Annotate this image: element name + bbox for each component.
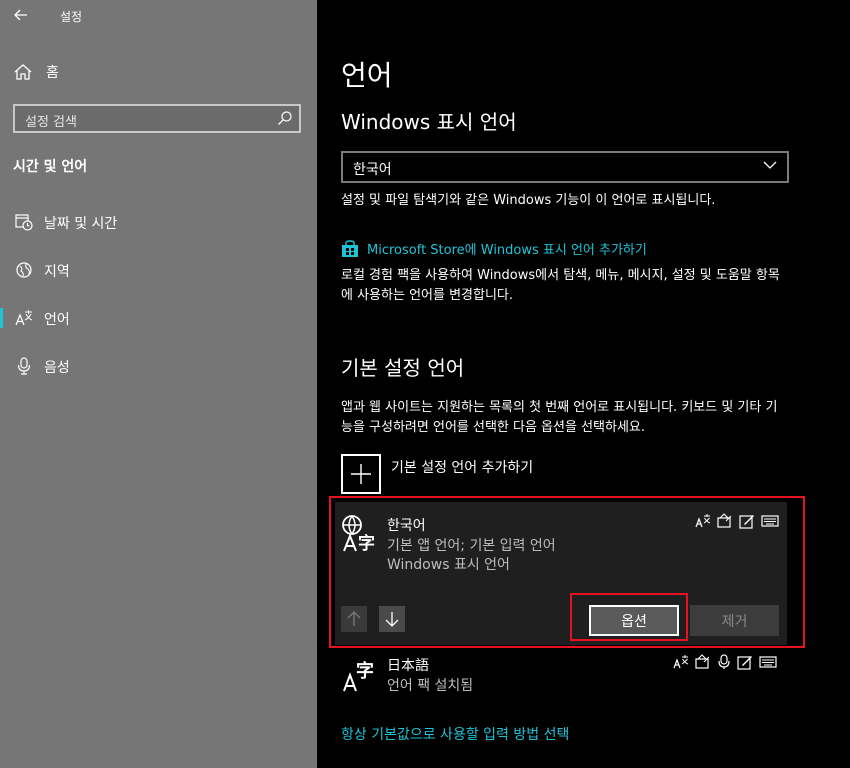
display-language-value: 한국어 (353, 162, 392, 178)
search-input[interactable]: 설정 검색 (13, 104, 301, 133)
display-language-description: 설정 및 파일 탐색기와 같은 Windows 기능이 이 언어로 표시됩니다. (341, 193, 716, 208)
app-title: 설정 (60, 10, 83, 24)
language-char-icon: 字 (341, 659, 377, 697)
store-link-label: Microsoft Store에 Windows 표시 언어 추가하기 (367, 243, 647, 258)
preferred-languages-heading: 기본 설정 언어 (341, 356, 465, 380)
language-name: 日本語 (387, 658, 429, 674)
chevron-down-icon (763, 161, 777, 169)
home-label: 홈 (46, 65, 59, 81)
add-language-button[interactable]: 기본 설정 언어 추가하기 (341, 454, 533, 494)
language-status: Windows 표시 언어 (387, 557, 510, 573)
sidebar-item-label: 날짜 및 시간 (44, 216, 118, 232)
back-arrow-icon (14, 9, 27, 21)
store-description: 로컬 경험 팩을 사용하여 Windows에서 탐색, 메뉴, 메시지, 설정 … (341, 268, 780, 303)
default-input-method-link[interactable]: 항상 기본값으로 사용할 입력 방법 선택 (341, 724, 569, 744)
language-status: 언어 팩 설치됨 (387, 678, 474, 694)
language-features (695, 513, 779, 529)
home-icon (14, 64, 32, 80)
microphone-icon (14, 356, 34, 376)
move-up-button[interactable] (341, 606, 367, 632)
sidebar-item-label: 지역 (44, 264, 70, 280)
text-to-speech-icon (695, 654, 710, 669)
sidebar: 설정 홈 설정 검색 시간 및 언어 날짜 및 시간 지역 언어 음성 (0, 0, 317, 768)
search-icon (278, 111, 292, 125)
display-language-heading: Windows 표시 언어 (341, 110, 517, 134)
store-bag-icon (342, 239, 358, 257)
handwriting-icon (739, 515, 754, 529)
arrow-down-icon (385, 612, 399, 627)
language-globe-char-icon: 字 (341, 515, 377, 557)
remove-button[interactable]: 제거 (690, 605, 779, 636)
svg-text:字: 字 (358, 533, 375, 553)
plus-icon (341, 454, 381, 494)
keyboard-icon (759, 656, 777, 668)
preferred-languages-description: 앱과 웹 사이트는 지원하는 목록의 첫 번째 언어로 표시됩니다. 키보드 및… (341, 400, 778, 435)
display-language-select[interactable]: 한국어 (341, 151, 789, 183)
language-name: 한국어 (387, 518, 426, 534)
page-title: 언어 (341, 59, 393, 92)
add-language-label: 기본 설정 언어 추가하기 (391, 460, 534, 476)
options-button[interactable]: 옵션 (589, 605, 679, 636)
section-title: 시간 및 언어 (13, 159, 88, 175)
keyboard-icon (761, 515, 779, 527)
svg-text:字: 字 (356, 660, 374, 682)
sidebar-item-date-time[interactable]: 날짜 및 시간 (0, 202, 317, 242)
sidebar-item-speech[interactable]: 음성 (0, 346, 317, 386)
move-down-button[interactable] (379, 606, 405, 632)
store-link[interactable]: Microsoft Store에 Windows 표시 언어 추가하기 (341, 239, 647, 258)
sidebar-item-label: 음성 (44, 360, 70, 376)
handwriting-icon (737, 656, 752, 670)
globe-region-icon (14, 260, 34, 280)
display-language-icon (673, 655, 689, 669)
language-status: 기본 앱 언어; 기본 입력 언어 (387, 538, 556, 554)
sidebar-item-label: 언어 (44, 312, 70, 328)
arrow-up-icon (347, 611, 361, 626)
microphone-icon (718, 654, 730, 669)
sidebar-item-language[interactable]: 언어 (0, 298, 317, 338)
title-bar: 설정 (0, 0, 317, 32)
home-link[interactable]: 홈 (14, 60, 59, 84)
back-button[interactable] (10, 4, 32, 26)
sidebar-item-region[interactable]: 지역 (0, 250, 317, 290)
display-language-icon (695, 514, 711, 528)
main-content: 언어 Windows 표시 언어 한국어 설정 및 파일 탐색기와 같은 Win… (317, 0, 850, 768)
search-placeholder: 설정 검색 (25, 115, 77, 130)
text-to-speech-icon (717, 513, 732, 528)
language-features (673, 654, 777, 670)
language-icon (14, 308, 34, 328)
calendar-clock-icon (14, 212, 34, 232)
